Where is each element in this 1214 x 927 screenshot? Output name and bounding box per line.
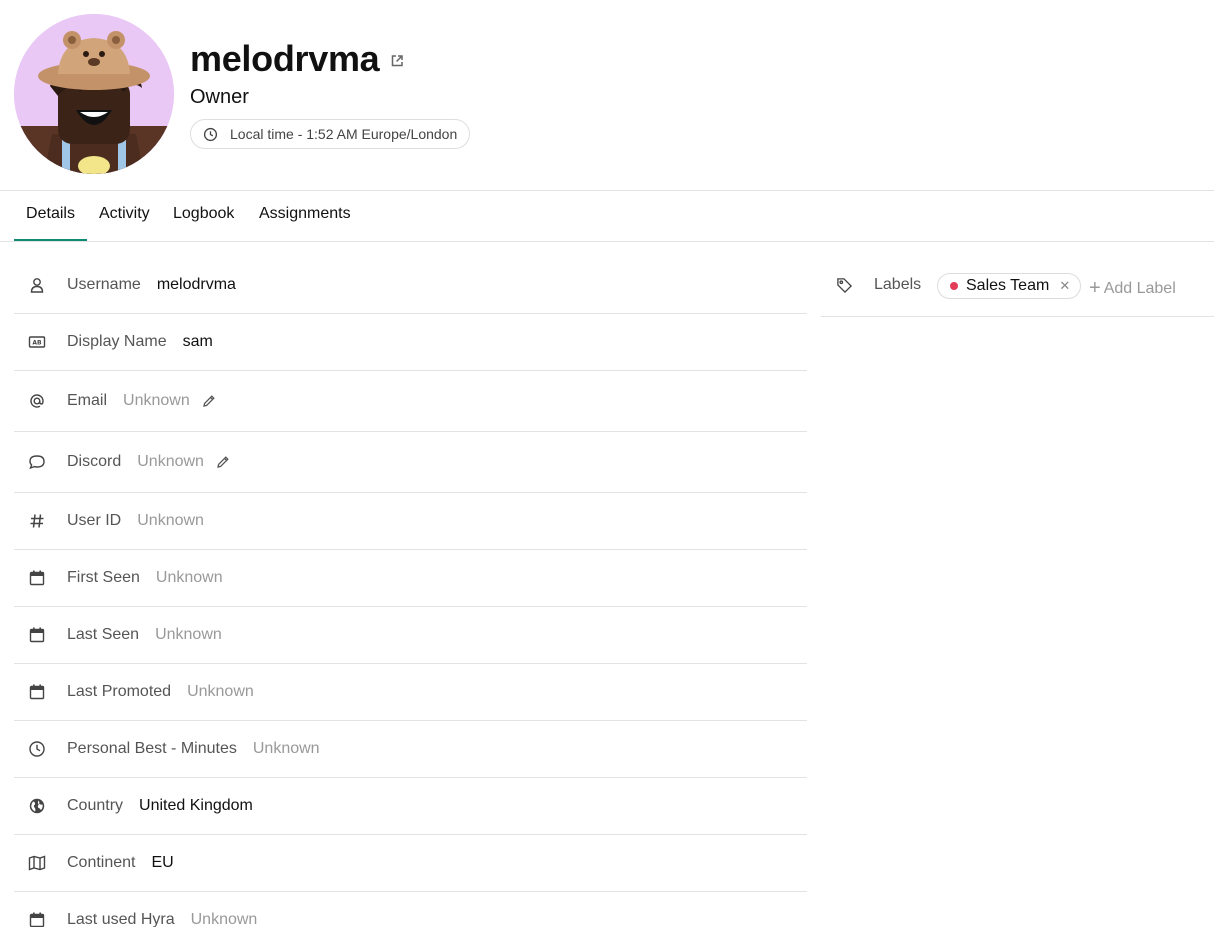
detail-row-first-seen: First Seen Unknown bbox=[14, 550, 807, 607]
detail-value: Unknown bbox=[137, 512, 204, 529]
detail-label: Personal Best - Minutes bbox=[67, 740, 237, 757]
detail-row-country: Country United Kingdom bbox=[14, 778, 807, 835]
detail-row-user-id: User ID Unknown bbox=[14, 493, 807, 550]
detail-label: First Seen bbox=[67, 569, 140, 586]
detail-value: Unknown bbox=[137, 453, 204, 470]
local-time-badge: Local time - 1:52 AM Europe/London bbox=[190, 119, 471, 149]
detail-label: Last Seen bbox=[67, 626, 140, 643]
add-label-text: Add Label bbox=[1103, 280, 1176, 297]
detail-value: Unknown bbox=[190, 911, 258, 927]
detail-row-display-name: AB Display Name sam bbox=[14, 314, 807, 371]
detail-row-personal-best: Personal Best - Minutes Unknown bbox=[14, 721, 807, 778]
detail-label: Country bbox=[67, 797, 124, 814]
avatar-image bbox=[14, 14, 174, 174]
profile-role: Owner bbox=[190, 86, 249, 108]
local-time-text: Local time - 1:52 AM Europe/London bbox=[230, 126, 458, 142]
detail-value: melodrvma bbox=[156, 276, 236, 293]
details-list: Username melodrvma AB Display Name sam E… bbox=[14, 257, 807, 927]
detail-value: sam bbox=[182, 333, 213, 350]
add-label-button[interactable]: + Add Label bbox=[1089, 276, 1176, 299]
label-chip[interactable]: Sales Team ✕ bbox=[937, 273, 1082, 299]
detail-value: EU bbox=[151, 854, 174, 871]
detail-value: Unknown bbox=[155, 569, 223, 586]
hash-icon bbox=[28, 512, 46, 530]
detail-value: United Kingdom bbox=[139, 797, 253, 814]
detail-row-continent: Continent EU bbox=[14, 835, 807, 892]
globe-icon bbox=[28, 797, 46, 815]
detail-label: Display Name bbox=[67, 333, 167, 350]
label-color-dot bbox=[950, 282, 958, 290]
detail-label: Email bbox=[67, 392, 108, 409]
detail-label: User ID bbox=[67, 512, 122, 529]
calendar-icon bbox=[28, 626, 46, 644]
detail-row-discord: Discord Unknown bbox=[14, 432, 807, 493]
tab-assignments[interactable]: Assignments bbox=[259, 191, 351, 241]
detail-row-last-used-hyra: Last used Hyra Unknown bbox=[14, 892, 807, 927]
profile-tabs: Details Activity Logbook Assignments bbox=[0, 191, 1214, 242]
calendar-icon bbox=[28, 911, 46, 927]
clock-icon bbox=[203, 127, 218, 141]
detail-value: Unknown bbox=[252, 740, 320, 757]
at-icon bbox=[28, 392, 46, 410]
calendar-icon bbox=[28, 683, 46, 701]
clock-icon bbox=[28, 740, 46, 758]
detail-value: Unknown bbox=[187, 683, 254, 700]
detail-label: Last used Hyra bbox=[67, 911, 175, 927]
chat-bubble-icon bbox=[28, 453, 46, 471]
detail-row-email: Email Unknown bbox=[14, 371, 807, 432]
detail-label: Discord bbox=[67, 453, 122, 470]
remove-label-icon[interactable]: ✕ bbox=[1059, 278, 1070, 294]
tag-icon bbox=[837, 278, 853, 294]
plus-icon: + bbox=[1089, 277, 1101, 299]
external-link-icon[interactable] bbox=[390, 54, 404, 68]
tab-activity[interactable]: Activity bbox=[99, 191, 150, 241]
calendar-icon bbox=[28, 569, 46, 587]
detail-value: Unknown bbox=[155, 626, 222, 643]
detail-row-username: Username melodrvma bbox=[14, 257, 807, 314]
detail-row-last-seen: Last Seen Unknown bbox=[14, 607, 807, 664]
detail-row-last-promoted: Last Promoted Unknown bbox=[14, 664, 807, 721]
labels-title: Labels bbox=[874, 276, 922, 293]
svg-text:AB: AB bbox=[32, 340, 42, 347]
avatar bbox=[14, 14, 174, 174]
tab-logbook[interactable]: Logbook bbox=[173, 191, 234, 241]
profile-username: melodrvma bbox=[190, 38, 380, 79]
profile-header: melodrvma Owner Local time - 1:52 AM Eur… bbox=[0, 0, 1214, 191]
edit-pencil-icon[interactable] bbox=[202, 394, 216, 408]
map-icon bbox=[28, 854, 46, 872]
user-icon bbox=[28, 276, 46, 294]
detail-label: Last Promoted bbox=[67, 683, 172, 700]
label-chip-text: Sales Team bbox=[966, 277, 1050, 294]
labels-panel: Labels Sales Team ✕ + Add Label bbox=[821, 257, 1214, 317]
detail-label: Continent bbox=[67, 854, 136, 871]
edit-pencil-icon[interactable] bbox=[216, 455, 230, 469]
tab-details[interactable]: Details bbox=[14, 191, 87, 241]
detail-label: Username bbox=[67, 276, 141, 293]
detail-value: Unknown bbox=[123, 392, 190, 409]
id-card-icon: AB bbox=[28, 333, 46, 351]
